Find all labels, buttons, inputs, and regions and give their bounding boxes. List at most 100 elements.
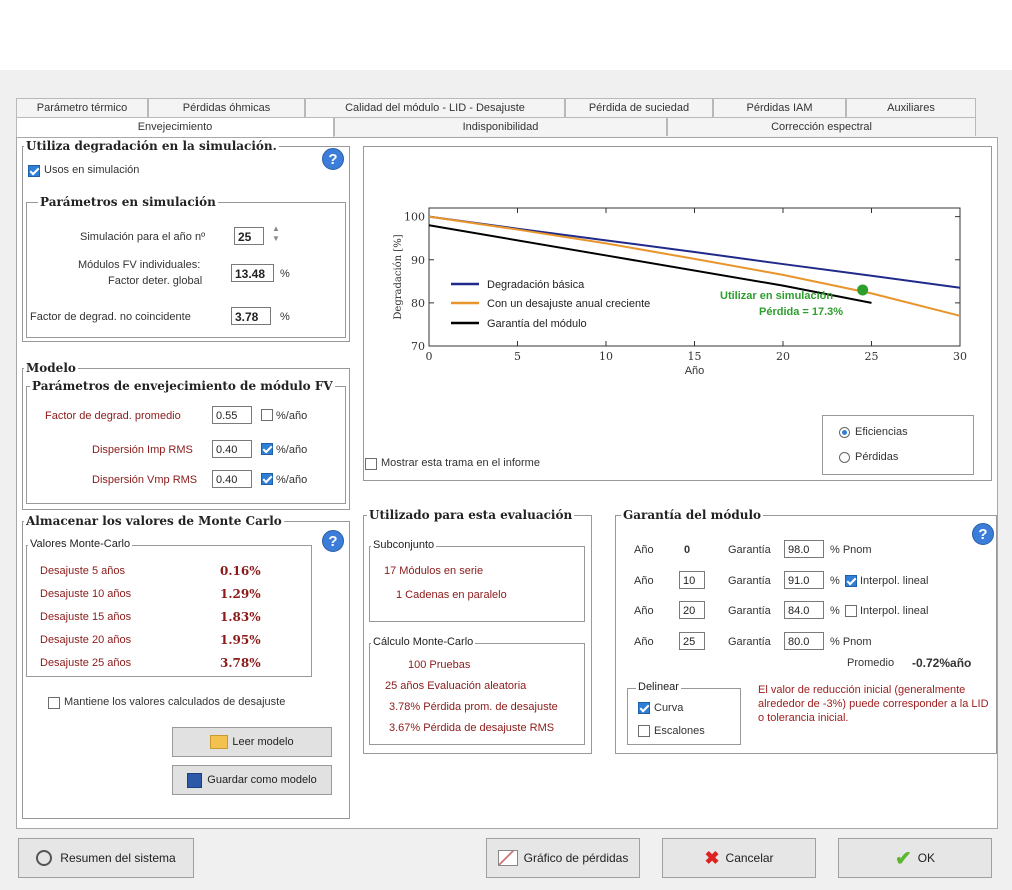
- curve-checkbox[interactable]: [638, 702, 650, 714]
- folder-icon: [210, 735, 229, 749]
- load-model-button[interactable]: Leer modelo: [172, 727, 332, 757]
- initial-reduction-note: El valor de reducción inicial (generalme…: [758, 684, 989, 724]
- tab-ohmic[interactable]: Pérdidas óhmicas: [148, 98, 305, 117]
- cancel-button[interactable]: ✖ Cancelar: [662, 838, 816, 878]
- legend-label: Garantía del módulo: [487, 318, 587, 330]
- interpol-label-1: Interpol. lineal: [860, 575, 929, 587]
- loss-graph-label: Gráfico de pérdidas: [523, 851, 629, 865]
- avg-unit-checkbox[interactable]: [261, 409, 273, 421]
- mc-values-title: Valores Monte-Carlo: [28, 538, 133, 550]
- tab-module-quality[interactable]: Calidad del módulo - LID - Desajuste: [305, 98, 565, 117]
- y-tick-label: 80: [411, 297, 425, 310]
- warranty-value-2[interactable]: 84.0: [784, 601, 824, 619]
- vmp-unit-checkbox[interactable]: [261, 473, 273, 485]
- loss-graph-button[interactable]: Gráfico de pérdidas: [486, 838, 640, 878]
- mc-row-label: Desajuste 25 años: [40, 657, 132, 669]
- vmp-input[interactable]: 0.40: [212, 470, 252, 488]
- warranty-suffix-0: % Pnom: [830, 544, 872, 556]
- ok-button[interactable]: ✔ OK: [838, 838, 992, 878]
- subset-title: Subconjunto: [371, 539, 437, 551]
- noncoincident-value: 3.78: [231, 307, 271, 325]
- x-tick-label: 15: [688, 350, 702, 363]
- warranty-year-10-input[interactable]: 10: [679, 571, 705, 589]
- tab-unavailability[interactable]: Indisponibilidad: [334, 117, 667, 136]
- efficiencies-label: Eficiencias: [855, 426, 908, 438]
- use-in-simulation-checkbox[interactable]: [28, 165, 40, 177]
- tab-spectral-correction[interactable]: Corrección espectral: [667, 117, 976, 136]
- guarantee-label: Garantía: [728, 575, 771, 587]
- pct-label-1: %: [280, 268, 290, 280]
- rms-mismatch-loss: 3.67% Pérdida de desajuste RMS: [389, 722, 555, 734]
- show-in-report-checkbox[interactable]: [365, 458, 377, 470]
- avg-factor-label: Factor de degrad. promedio: [45, 410, 181, 422]
- tab-thermal[interactable]: Parámetro térmico: [16, 98, 148, 117]
- tab-auxiliary[interactable]: Auxiliares: [846, 98, 976, 117]
- individual-label-2: Factor deter. global: [108, 275, 203, 287]
- avg-unit-label: %/año: [276, 410, 308, 422]
- mc-row-label: Desajuste 5 años: [40, 565, 125, 577]
- imp-input[interactable]: 0.40: [212, 440, 252, 458]
- year-spinner[interactable]: ▲ ▼: [270, 224, 282, 246]
- mc-row-label: Desajuste 10 años: [40, 588, 132, 600]
- steps-checkbox[interactable]: [638, 725, 650, 737]
- years-evaluation: 25 años Evaluación aleatoria: [385, 680, 527, 692]
- individual-label-1: Módulos FV individuales:: [78, 259, 201, 271]
- trials: 100 Pruebas: [408, 659, 471, 671]
- subset-group: [369, 546, 585, 622]
- warranty-year-20-input[interactable]: 20: [679, 601, 705, 619]
- help-icon[interactable]: ?: [972, 523, 994, 545]
- help-icon[interactable]: ?: [322, 530, 344, 552]
- year-label: Año: [634, 575, 654, 587]
- tab-iam[interactable]: Pérdidas IAM: [713, 98, 846, 117]
- x-tick-label: 20: [776, 350, 790, 363]
- warranty-value-1[interactable]: 91.0: [784, 571, 824, 589]
- montecarlo-title: Almacenar los valores de Monte Carlo: [24, 514, 284, 528]
- interpol-checkbox-1[interactable]: [845, 575, 857, 587]
- average-value: -0.72%año: [912, 656, 972, 670]
- warranty-year-25-input[interactable]: 25: [679, 632, 705, 650]
- strings-in-parallel: 1 Cadenas en paralelo: [396, 589, 507, 601]
- year-label: Año: [634, 636, 654, 648]
- annotation-loss: Pérdida = 17.3%: [759, 306, 843, 318]
- imp-unit-checkbox[interactable]: [261, 443, 273, 455]
- mc-row-value: 1.95%: [220, 633, 261, 647]
- warranty-value-0[interactable]: 98.0: [784, 540, 824, 558]
- mc-row-value: 1.29%: [220, 587, 261, 601]
- avg-mismatch-loss: 3.78% Pérdida prom. de desajuste: [389, 701, 558, 713]
- keep-values-checkbox[interactable]: [48, 697, 60, 709]
- help-icon[interactable]: ?: [322, 148, 344, 170]
- degradation-chart: 0 5 10 15 20 25 30 70 80 90 100 Año Degradación [%] D…: [393, 207, 967, 377]
- model-title: Modelo: [24, 361, 78, 375]
- imp-unit-label: %/año: [276, 444, 308, 456]
- guarantee-label: Garantía: [728, 544, 771, 556]
- warranty-year-0: 0: [684, 544, 691, 556]
- tab-aging[interactable]: Envejecimiento: [16, 117, 334, 138]
- avg-factor-input[interactable]: 0.55: [212, 406, 252, 424]
- pct-label: %: [830, 605, 840, 617]
- interpol-checkbox-2[interactable]: [845, 605, 857, 617]
- pct-label: %: [830, 575, 840, 587]
- tab-soiling[interactable]: Pérdida de suciedad: [565, 98, 713, 117]
- warranty-value-3[interactable]: 80.0: [784, 632, 824, 650]
- x-tick-label: 0: [426, 350, 433, 363]
- mc-row-value: 1.83%: [220, 610, 261, 624]
- save-model-button[interactable]: Guardar como modelo: [172, 765, 332, 795]
- warranty-title: Garantía del módulo: [621, 508, 764, 522]
- x-axis-label: Año: [685, 365, 705, 377]
- annotation-use-in-simulation: Utilizar en simulación: [720, 290, 833, 302]
- year-input[interactable]: 25: [234, 227, 264, 245]
- load-model-label: Leer modelo: [232, 736, 294, 748]
- legend-label: Degradación básica: [487, 279, 585, 291]
- vmp-label: Dispersión Vmp RMS: [92, 474, 198, 486]
- close-icon: ✖: [704, 847, 720, 868]
- noncoincident-label: Factor de degrad. no coincidente: [30, 311, 191, 323]
- simulation-marker: [857, 284, 869, 296]
- efficiencies-radio[interactable]: [839, 427, 850, 438]
- losses-radio[interactable]: [839, 452, 850, 463]
- y-tick-label: 90: [411, 254, 425, 267]
- degradation-title: Utiliza degradación en la simulación.: [24, 139, 279, 153]
- mc-row-label: Desajuste 20 años: [40, 634, 132, 646]
- system-summary-button[interactable]: Resumen del sistema: [18, 838, 194, 878]
- guarantee-label: Garantía: [728, 636, 771, 648]
- mc-calc-title: Cálculo Monte-Carlo: [371, 636, 476, 648]
